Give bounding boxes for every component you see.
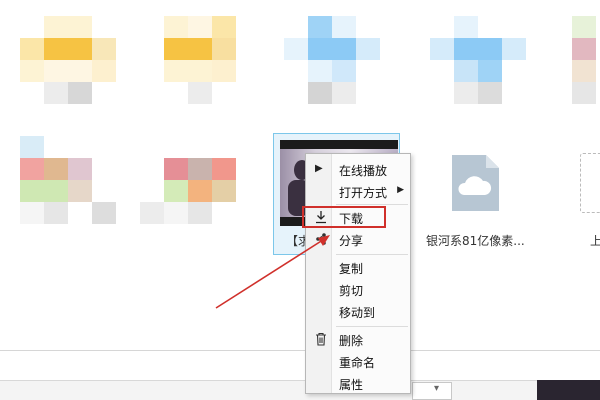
file-thumbnail-mosaic[interactable] [164, 16, 284, 104]
menu-item-share[interactable]: 分享 [306, 229, 410, 251]
annotation-highlight-box [302, 206, 386, 228]
menu-item-label: 删除 [339, 334, 364, 348]
menu-item-open-with[interactable]: 打开方式 ▶ [306, 181, 410, 203]
menu-item-cut[interactable]: 剪切 [306, 279, 410, 301]
file-name[interactable]: 上 [590, 232, 600, 249]
menu-item-move-to[interactable]: 移动到 [306, 301, 410, 323]
menu-item-label: 属性 [339, 378, 364, 392]
share-icon [315, 232, 327, 249]
menu-item-label: 移动到 [339, 306, 376, 320]
menu-item-label: 分享 [339, 234, 364, 248]
file-thumbnail-mosaic[interactable] [572, 16, 600, 104]
trash-icon [315, 332, 327, 349]
submenu-arrow-icon: ▶ [397, 185, 404, 195]
file-thumbnail-mosaic[interactable] [140, 136, 260, 224]
menu-separator [336, 254, 408, 255]
file-thumbnail-mosaic[interactable] [430, 16, 550, 104]
select-box[interactable] [412, 382, 452, 400]
menu-item-properties[interactable]: 属性 [306, 373, 410, 395]
file-name[interactable]: 银河系81亿像素... [426, 232, 525, 249]
letterbox-bar [280, 140, 398, 149]
file-thumbnail-mosaic[interactable] [20, 136, 140, 224]
menu-item-copy[interactable]: 复制 [306, 257, 410, 279]
menu-item-label: 打开方式 [339, 186, 388, 200]
menu-separator [336, 204, 408, 205]
bottom-panel [0, 380, 600, 400]
menu-item-rename[interactable]: 重命名 [306, 351, 410, 373]
play-triangle-icon: ▶ [315, 163, 323, 174]
menu-item-play-online[interactable]: ▶ 在线播放 [306, 159, 410, 181]
file-thumbnail-mosaic[interactable] [20, 16, 140, 104]
context-menu: ▶ 在线播放 打开方式 ▶ 下载 分享 复制 剪切 移动到 删除 重命名 属性 [305, 153, 411, 394]
menu-item-label: 在线播放 [339, 164, 388, 178]
file-thumbnail-mosaic[interactable] [284, 16, 404, 104]
menu-item-delete[interactable]: 删除 [306, 329, 410, 351]
image-preview [537, 380, 600, 400]
cloud-file-icon[interactable] [449, 153, 501, 213]
menu-separator [336, 326, 408, 327]
menu-item-label: 剪切 [339, 284, 364, 298]
menu-item-label: 重命名 [339, 356, 376, 370]
file-icon[interactable] [580, 153, 600, 213]
menu-item-label: 复制 [339, 262, 364, 276]
chevron-down-icon[interactable]: ▾ [434, 383, 439, 394]
divider [0, 350, 600, 351]
